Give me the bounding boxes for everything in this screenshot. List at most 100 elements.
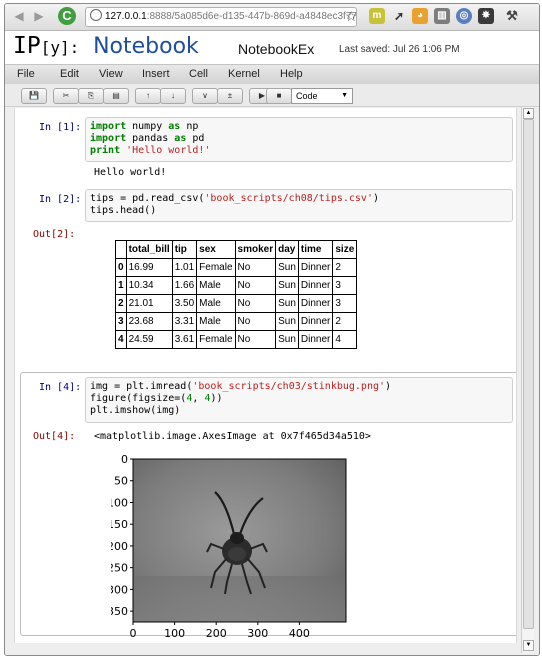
notebook-name[interactable]: NotebookEx xyxy=(238,41,314,57)
code-line: tips = pd.read_csv('book_scripts/ch08/ti… xyxy=(90,193,379,204)
table-cell: 23.68 xyxy=(125,312,173,331)
puzzle-extension-icon[interactable]: ✸ xyxy=(478,8,494,24)
row-index: 3 xyxy=(115,312,127,331)
code-input[interactable]: img = plt.imread('book_scripts/ch03/stin… xyxy=(85,377,513,423)
cell-type-select[interactable]: Code ▼ xyxy=(291,88,353,104)
fox-extension-icon[interactable]: ◕ xyxy=(412,8,428,24)
code-line: plt.imshow(img) xyxy=(90,405,181,416)
x-tick-label: 0 xyxy=(130,627,137,640)
row-index: 4 xyxy=(115,330,127,349)
row-index: 0 xyxy=(115,258,127,277)
paste-button[interactable]: ▤ xyxy=(103,88,129,104)
table-cell: Female xyxy=(196,330,236,349)
scroll-up-arrow-icon[interactable]: ▲ xyxy=(523,108,534,119)
y-tick-label: 350 xyxy=(111,605,128,618)
menu-edit[interactable]: Edit xyxy=(60,68,79,80)
code-input[interactable]: tips = pd.read_csv('book_scripts/ch08/ti… xyxy=(85,189,513,222)
back-arrow-icon[interactable]: ◀ xyxy=(11,8,27,24)
logo-notebook-text: Notebook xyxy=(93,34,199,59)
code-line: img = plt.imread('book_scripts/ch03/stin… xyxy=(90,381,392,392)
wrench-icon[interactable]: ⚒ xyxy=(504,8,520,24)
y-axis: 0 50 100 150 200 250 300 350 xyxy=(111,454,133,618)
code-line: import numpy as np xyxy=(90,121,199,132)
reader-extension-icon[interactable]: ▥ xyxy=(434,8,450,24)
column-header: time xyxy=(297,240,334,259)
table-cell: 3 xyxy=(332,294,358,313)
address-bar[interactable]: 127.0.0.1:8888/5a085d6e-d135-447b-869d-a… xyxy=(85,7,357,27)
globe-extension-icon[interactable]: ◎ xyxy=(456,8,472,24)
interrupt-button[interactable]: ■ xyxy=(266,88,292,104)
table-row: 0 16.99 1.01 Female No Sun Dinner 2 xyxy=(115,258,358,277)
table-cell: Dinner xyxy=(297,330,334,349)
table-cell: Sun xyxy=(275,330,299,349)
table-cell: Male xyxy=(196,276,236,295)
x-tick-label: 200 xyxy=(206,627,227,640)
menu-bar: File Edit View Insert Cell Kernel Help xyxy=(5,64,539,85)
merge-button[interactable]: ± xyxy=(217,88,243,104)
table-cell: 16.99 xyxy=(125,258,173,277)
insert-below-button[interactable]: ∨ xyxy=(192,88,218,104)
browser-window: ◀ ▶ C 127.0.0.1:8888/5a085d6e-d135-447b-… xyxy=(4,3,540,656)
table-cell: 3.31 xyxy=(171,312,198,331)
cell-type-value: Code xyxy=(296,91,318,101)
output-repr: <matplotlib.image.AxesImage at 0x7f465d3… xyxy=(94,431,371,442)
y-tick-label: 250 xyxy=(111,562,128,575)
menu-file[interactable]: File xyxy=(17,68,35,80)
table-cell: 1.01 xyxy=(171,258,198,277)
column-header: smoker xyxy=(234,240,277,259)
column-header: tip xyxy=(171,240,198,259)
menu-help[interactable]: Help xyxy=(280,68,303,80)
table-row: 2 21.01 3.50 Male No Sun Dinner 3 xyxy=(115,294,358,313)
ipython-logo: IP[y]: Notebook xyxy=(13,33,199,59)
forward-arrow-icon[interactable]: ▶ xyxy=(31,8,47,24)
x-tick-label: 100 xyxy=(164,627,185,640)
menu-kernel[interactable]: Kernel xyxy=(228,68,260,80)
extension-m-icon[interactable]: m xyxy=(369,8,385,24)
menu-insert[interactable]: Insert xyxy=(142,68,170,80)
table-cell: No xyxy=(234,294,277,313)
table-cell: Female xyxy=(196,258,236,277)
cursor-extension-icon[interactable]: ➚ xyxy=(391,8,407,24)
table-cell: Dinner xyxy=(297,276,334,295)
code-line: print 'Hello world!' xyxy=(90,145,211,156)
notebook-toolbar: 💾 ✂ ⎘ ▤ ↑ ↓ ∨ ± ▶ ■ Code ▼ xyxy=(5,84,539,107)
menu-view[interactable]: View xyxy=(99,68,123,80)
scrollbar-thumb[interactable] xyxy=(523,119,534,629)
chevron-down-icon: ▼ xyxy=(341,92,348,99)
column-header: size xyxy=(332,240,358,259)
table-cell: No xyxy=(234,330,277,349)
reload-icon[interactable]: C xyxy=(58,7,76,25)
table-cell: No xyxy=(234,312,277,331)
logo-ip-text: IP xyxy=(13,33,41,59)
row-index: 1 xyxy=(115,276,127,295)
input-prompt: In [1]: xyxy=(39,122,82,133)
table-row: 3 23.68 3.31 Male No Sun Dinner 2 xyxy=(115,312,358,331)
notebook-page: In [1]: import numpy as np import pandas… xyxy=(14,108,517,643)
table-cell: 1.66 xyxy=(171,276,198,295)
row-index: 2 xyxy=(115,294,127,313)
table-cell: Sun xyxy=(275,294,299,313)
column-header: sex xyxy=(196,240,236,259)
move-up-button[interactable]: ↑ xyxy=(135,88,161,104)
column-header: total_bill xyxy=(125,240,173,259)
menu-cell[interactable]: Cell xyxy=(189,68,208,80)
last-saved-status: Last saved: Jul 26 1:06 PM xyxy=(339,44,460,55)
vertical-scrollbar[interactable]: ▲ ▼ xyxy=(521,107,534,653)
save-button[interactable]: 💾 xyxy=(21,88,47,104)
url-path: :8888/5a085d6e-d135-447b-869d-a4848ec3f7… xyxy=(146,11,357,22)
scroll-down-arrow-icon[interactable]: ▼ xyxy=(523,640,534,651)
logo-y-text: [y]: xyxy=(40,38,80,57)
cut-button[interactable]: ✂ xyxy=(53,88,79,104)
move-down-button[interactable]: ↓ xyxy=(160,88,186,104)
table-cell: Dinner xyxy=(297,258,334,277)
y-tick-label: 50 xyxy=(114,475,128,488)
imshow-plot: 0 50 100 150 200 250 300 350 0 100 200 300 400 xyxy=(111,454,347,640)
table-cell: Sun xyxy=(275,276,299,295)
table-cell: Dinner xyxy=(297,294,334,313)
output-prompt: Out[4]: xyxy=(33,431,76,442)
table-cell: Male xyxy=(196,294,236,313)
copy-button[interactable]: ⎘ xyxy=(78,88,104,104)
code-input[interactable]: import numpy as np import pandas as pd p… xyxy=(85,117,513,162)
bookmark-star-icon[interactable]: ☆ xyxy=(345,8,358,24)
table-cell: 4 xyxy=(332,330,358,349)
